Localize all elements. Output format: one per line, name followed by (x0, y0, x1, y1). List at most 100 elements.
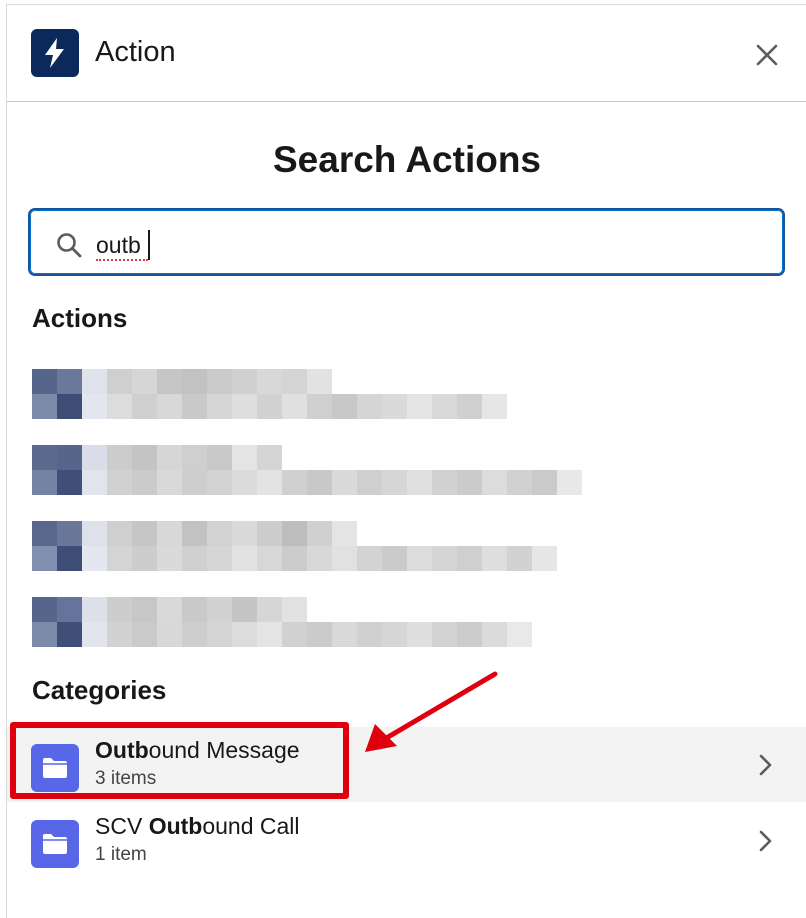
redacted-pixel (232, 521, 257, 546)
close-button[interactable] (751, 39, 783, 71)
category-count: 1 item (95, 844, 147, 865)
redacted-pixel (432, 546, 457, 571)
redacted-pixel (257, 622, 282, 647)
redacted-pixel (107, 546, 132, 571)
search-icon (57, 233, 82, 258)
redacted-pixel (32, 622, 57, 647)
redacted-pixel (57, 369, 82, 394)
redacted-pixel (182, 445, 207, 470)
redacted-pixel (82, 445, 107, 470)
redacted-pixel (207, 470, 232, 495)
redacted-pixel (232, 470, 257, 495)
redacted-pixel (207, 394, 232, 419)
redacted-pixel (182, 369, 207, 394)
redacted-pixel (57, 597, 82, 622)
search-input[interactable]: outb (96, 232, 141, 259)
redacted-pixel (257, 546, 282, 571)
redacted-pixel (107, 445, 132, 470)
lightning-bolt-icon (31, 29, 79, 77)
redacted-pixel (107, 622, 132, 647)
redacted-pixel (32, 521, 57, 546)
category-title: Outbound Message (95, 737, 300, 764)
redacted-row (32, 546, 557, 571)
redacted-pixel (132, 546, 157, 571)
close-icon (756, 44, 778, 66)
redacted-pixel (257, 470, 282, 495)
redacted-pixel (132, 445, 157, 470)
search-heading: Search Actions (273, 139, 541, 180)
redacted-pixel (107, 470, 132, 495)
search-input-container[interactable]: outb (28, 208, 785, 276)
redacted-pixel (57, 445, 82, 470)
redacted-pixel (107, 521, 132, 546)
category-title-prefix: SCV (95, 813, 149, 839)
redacted-pixel (482, 622, 507, 647)
category-count: 3 items (95, 768, 157, 789)
category-item-outbound-message[interactable]: Outbound Message 3 items (7, 727, 806, 802)
redacted-pixel (382, 470, 407, 495)
redacted-pixel (482, 470, 507, 495)
redacted-pixel (432, 622, 457, 647)
categories-section-label: Categories (32, 675, 167, 705)
redacted-pixel (207, 546, 232, 571)
folder-icon (31, 820, 79, 868)
redacted-pixel (157, 369, 182, 394)
redacted-pixel (257, 521, 282, 546)
category-title-rest: ound Call (202, 813, 300, 839)
redacted-pixel (307, 394, 332, 419)
redacted-pixel (332, 521, 357, 546)
redacted-row (32, 445, 282, 470)
redacted-pixel (232, 369, 257, 394)
redacted-pixel (82, 622, 107, 647)
redacted-pixel (382, 394, 407, 419)
redacted-pixel (482, 394, 507, 419)
redacted-pixel (57, 521, 82, 546)
redacted-pixel (132, 394, 157, 419)
redacted-pixel (282, 369, 307, 394)
redacted-pixel (307, 369, 332, 394)
redacted-pixel (232, 445, 257, 470)
redacted-pixel (107, 369, 132, 394)
redacted-row (32, 369, 332, 394)
redacted-pixel (407, 394, 432, 419)
redacted-pixel (532, 470, 557, 495)
redacted-pixel (57, 394, 82, 419)
redacted-pixel (132, 470, 157, 495)
redacted-pixel (157, 445, 182, 470)
redacted-pixel (482, 546, 507, 571)
redacted-pixel (407, 622, 432, 647)
redacted-pixel (532, 546, 557, 571)
redacted-pixel (457, 546, 482, 571)
redacted-pixel (332, 470, 357, 495)
redacted-pixel (157, 546, 182, 571)
redacted-pixel (207, 445, 232, 470)
redacted-pixel (357, 394, 382, 419)
category-item-scv-outbound-call[interactable]: SCV Outbound Call 1 item (7, 803, 806, 878)
redacted-pixel (182, 622, 207, 647)
redacted-pixel (507, 546, 532, 571)
category-title-rest: ound Message (148, 737, 300, 763)
chevron-right-icon (759, 830, 772, 852)
redacted-row (32, 597, 307, 622)
redacted-pixel (557, 470, 582, 495)
redacted-pixel (207, 622, 232, 647)
action-panel: Action Search Actions outb Actions Categ… (6, 4, 806, 918)
redacted-pixel (132, 369, 157, 394)
redacted-pixel (457, 394, 482, 419)
redacted-pixel (282, 394, 307, 419)
redacted-pixel (82, 597, 107, 622)
redacted-pixel (407, 546, 432, 571)
redacted-pixel (407, 470, 432, 495)
redacted-pixel (82, 521, 107, 546)
category-title: SCV Outbound Call (95, 813, 300, 840)
redacted-pixel (357, 546, 382, 571)
redacted-pixel (282, 470, 307, 495)
redacted-pixel (282, 521, 307, 546)
folder-icon (31, 744, 79, 792)
redacted-pixel (82, 369, 107, 394)
redacted-pixel (232, 546, 257, 571)
blurred-action-list (21, 353, 582, 663)
redacted-pixel (307, 470, 332, 495)
redacted-pixel (457, 622, 482, 647)
redacted-pixel (132, 597, 157, 622)
